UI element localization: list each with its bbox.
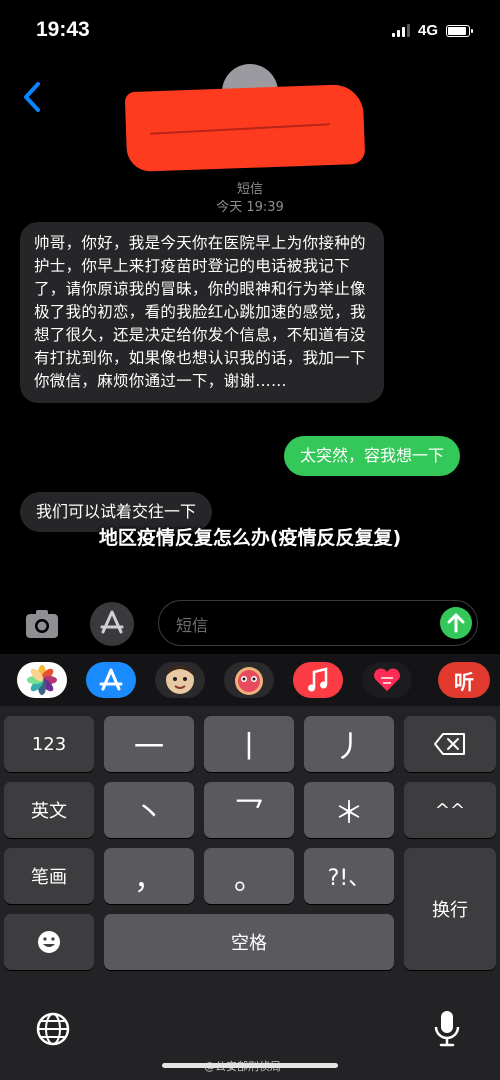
return-key[interactable]: 换行 [404,848,496,970]
key-punctuation[interactable]: ?!、 [304,848,394,904]
memoji-app-button[interactable] [155,662,205,698]
emoji-icon [38,931,60,953]
microphone-icon[interactable] [432,1008,462,1048]
battery-icon [446,24,473,37]
photos-app-icon [27,665,57,695]
message-timestamp: 今天 19:39 [216,200,284,215]
photos-app-button[interactable] [17,662,67,698]
app-store-app-button[interactable] [86,662,136,698]
key-period[interactable]: 。 [204,848,294,904]
key-stroke-dian[interactable]: 丶 [104,782,194,838]
delete-key[interactable] [404,716,496,772]
status-time: 19:43 [36,18,90,41]
back-chevron-icon[interactable] [18,80,46,114]
message-service-label: 短信 [236,182,263,197]
key-stroke-pie[interactable]: 丿 [304,716,394,772]
watermark: @公安部刑侦局 [204,1060,281,1073]
camera-icon[interactable] [22,604,62,644]
memoji-stickers-icon [235,667,263,695]
arrow-up-icon [447,613,465,633]
network-type: 4G [417,22,438,39]
listen-app-button[interactable]: 听 [438,662,490,698]
send-button[interactable] [440,607,472,639]
key-123[interactable]: 123 [4,716,94,772]
incoming-message-bubble: 帅哥，你好，我是今天你在医院早上为你接种的护士，你早上来打疫苗时登记的电话被我记… [20,222,384,403]
overlay-caption: 地区疫情反复怎么办(疫情反反复复) [98,527,402,549]
key-emoticon[interactable]: ^^ [404,782,496,838]
app-store-button[interactable] [90,602,134,646]
digital-touch-button[interactable] [362,662,412,698]
app-store-icon [100,610,124,634]
music-note-icon [308,667,328,692]
key-handwriting[interactable]: 笔画 [4,848,94,904]
key-english[interactable]: 英文 [4,782,94,838]
message-input-placeholder: 短信 [176,616,209,635]
key-wildcard[interactable]: ＊ [304,782,394,838]
space-key[interactable]: 空格 [104,914,394,970]
music-app-button[interactable] [293,662,343,698]
outgoing-message-bubble: 太突然，容我想一下 [284,436,461,476]
emoji-key[interactable] [4,914,94,970]
status-indicators: 4G [391,22,473,39]
signal-icon [391,24,410,37]
delete-backspace-icon [434,733,465,755]
key-stroke-shu[interactable]: 丨 [204,716,294,772]
globe-icon[interactable] [34,1010,72,1048]
heart-icon [374,668,400,691]
app-store-icon [99,668,123,691]
listen-app-label: 听 [454,669,474,694]
memoji-icon [166,666,194,694]
key-stroke-zhe[interactable]: 乛 [204,782,294,838]
memoji-stickers-button[interactable] [224,662,274,698]
key-comma[interactable]: ， [104,848,194,904]
key-stroke-heng[interactable]: 一 [104,716,194,772]
